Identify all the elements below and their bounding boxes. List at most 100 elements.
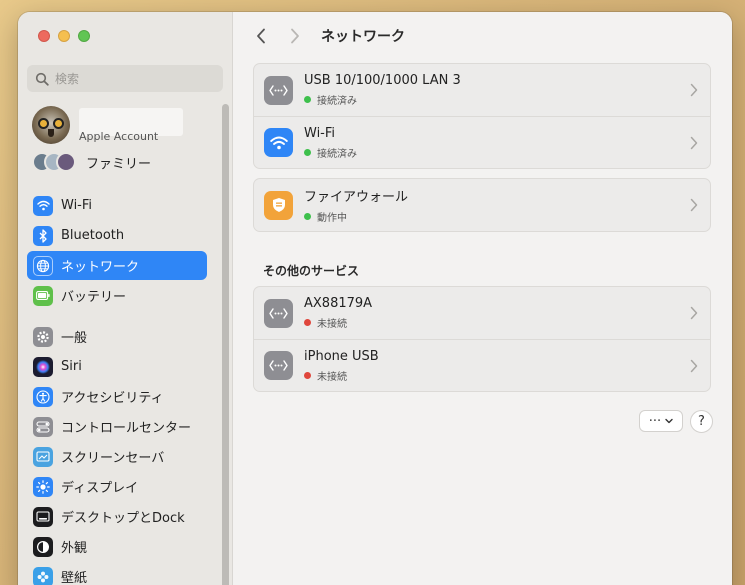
sidebar-group-connectivity: Wi-Fi Bluetooth ネットワーク バッテリー: [27, 191, 207, 311]
search-icon: [35, 72, 49, 86]
wallpaper-icon: [33, 566, 53, 585]
sidebar-item-screensaver[interactable]: スクリーンセーバ: [27, 442, 207, 471]
account-label: Apple Account: [79, 129, 159, 143]
sidebar-item-label: コントロールセンター: [61, 421, 192, 436]
gear-icon: [33, 326, 53, 347]
service-row-iphone-usb[interactable]: iPhone USB 未接続: [254, 339, 710, 391]
chevron-right-icon: [690, 136, 698, 150]
help-button[interactable]: ?: [690, 410, 713, 433]
sidebar-item-label: 外観: [61, 541, 88, 556]
globe-icon: [33, 255, 53, 276]
sidebar-item-accessibility[interactable]: アクセシビリティ: [27, 382, 207, 411]
service-status: 動作中: [304, 209, 408, 224]
ethernet-icon: [264, 351, 293, 380]
sidebar-item-label: スクリーンセーバ: [61, 451, 165, 466]
sidebar-item-label: 一般: [61, 331, 88, 346]
appearance-icon: [33, 536, 53, 557]
forward-button[interactable]: [287, 26, 303, 46]
chevron-right-icon: [690, 359, 698, 373]
screensaver-icon: [33, 446, 53, 467]
sidebar-item-wifi[interactable]: Wi-Fi: [27, 191, 207, 220]
zoom-button[interactable]: [78, 30, 90, 42]
wifi-icon: [33, 195, 53, 216]
siri-icon: [33, 356, 53, 377]
page-title: ネットワーク: [321, 29, 405, 45]
settings-window: Apple Account ファミリー Wi-Fi Bluetooth: [18, 12, 732, 585]
status-dot-red: [304, 319, 311, 326]
chevron-right-icon: [690, 306, 698, 320]
status-dot-green: [304, 148, 311, 156]
search-input[interactable]: [55, 71, 215, 86]
ethernet-icon: [264, 75, 293, 105]
sidebar-group-system: 一般 Siri アクセシビリティ コントロールセンター スクリーンセーバ ディス…: [27, 322, 207, 585]
apple-account-item[interactable]: Apple Account: [32, 106, 183, 144]
family-label: ファミリー: [86, 156, 152, 172]
more-label: ···: [648, 413, 662, 429]
chevron-right-icon: [291, 28, 299, 44]
service-status: 未接続: [304, 368, 379, 383]
display-icon: [33, 476, 53, 497]
main-pane: ネットワーク USB 10/100/1000 LAN 3 接続済み Wi-Fi: [233, 12, 732, 585]
sidebar-item-label: Bluetooth: [61, 228, 125, 243]
sidebar-item-network[interactable]: ネットワーク: [27, 251, 207, 280]
minimize-button[interactable]: [58, 30, 70, 42]
family-avatars: [32, 152, 76, 172]
wifi-icon: [264, 128, 293, 157]
sidebar-item-appearance[interactable]: 外観: [27, 532, 207, 561]
other-services-heading: その他のサービス: [263, 264, 360, 278]
service-row-wifi[interactable]: Wi-Fi 接続済み: [254, 116, 710, 168]
sidebar-item-label: ディスプレイ: [61, 481, 139, 496]
firewall-icon: [264, 190, 293, 220]
other-services-group: AX88179A 未接続 iPhone USB 未接続: [253, 286, 711, 392]
sidebar-item-siri[interactable]: Siri: [27, 352, 207, 381]
control-center-icon: [33, 416, 53, 437]
close-button[interactable]: [38, 30, 50, 42]
service-status: 接続済み: [304, 145, 357, 160]
sidebar-item-battery[interactable]: バッテリー: [27, 281, 207, 310]
sidebar-item-control-center[interactable]: コントロールセンター: [27, 412, 207, 441]
accessibility-icon: [33, 386, 53, 407]
ethernet-icon: [264, 298, 293, 328]
sidebar-item-general[interactable]: 一般: [27, 322, 207, 351]
connections-group: USB 10/100/1000 LAN 3 接続済み Wi-Fi 接続済み: [253, 63, 711, 169]
service-row-usb-lan[interactable]: USB 10/100/1000 LAN 3 接続済み: [254, 64, 710, 116]
sidebar-item-label: 壁紙: [61, 571, 88, 585]
toolbar: ネットワーク: [253, 26, 405, 46]
sidebar-item-bluetooth[interactable]: Bluetooth: [27, 221, 207, 250]
sidebar-item-label: Wi-Fi: [61, 198, 93, 213]
sidebar-item-wallpaper[interactable]: 壁紙: [27, 562, 207, 585]
sidebar-item-desktop-dock[interactable]: デスクトップとDock: [27, 502, 207, 531]
firewall-group: ファイアウォール 動作中: [253, 178, 711, 232]
more-actions-button[interactable]: ···: [639, 410, 683, 432]
service-name: Wi-Fi: [304, 125, 336, 141]
sidebar-item-label: アクセシビリティ: [61, 391, 164, 406]
back-button[interactable]: [253, 26, 269, 46]
chevron-right-icon: [690, 198, 698, 212]
service-name: AX88179A: [304, 296, 373, 311]
service-row-ax88179a[interactable]: AX88179A 未接続: [254, 287, 710, 339]
service-status: 接続済み: [304, 92, 461, 107]
sidebar-item-label: デスクトップとDock: [61, 511, 185, 526]
sidebar-item-display[interactable]: ディスプレイ: [27, 472, 207, 501]
dock-icon: [33, 506, 53, 527]
chevron-right-icon: [690, 83, 698, 97]
service-row-firewall[interactable]: ファイアウォール 動作中: [254, 179, 710, 231]
sidebar-item-label: ネットワーク: [61, 260, 140, 275]
service-name: USB 10/100/1000 LAN 3: [304, 73, 461, 88]
sidebar-item-label: バッテリー: [61, 290, 127, 305]
service-name: ファイアウォール: [304, 190, 409, 205]
chevron-down-icon: [665, 418, 673, 424]
avatar: [32, 106, 70, 144]
chevron-left-icon: [257, 28, 265, 44]
sidebar-scrollbar[interactable]: [222, 104, 229, 585]
sidebar-item-label: Siri: [61, 359, 82, 374]
search-field[interactable]: [27, 65, 223, 92]
service-status: 未接続: [304, 315, 372, 330]
sidebar: Apple Account ファミリー Wi-Fi Bluetooth: [18, 12, 233, 585]
bluetooth-icon: [33, 225, 53, 246]
battery-icon: [33, 285, 53, 306]
window-controls: [38, 30, 90, 42]
family-item[interactable]: ファミリー: [32, 152, 151, 172]
status-dot-red: [304, 371, 311, 379]
service-name: iPhone USB: [304, 348, 379, 364]
